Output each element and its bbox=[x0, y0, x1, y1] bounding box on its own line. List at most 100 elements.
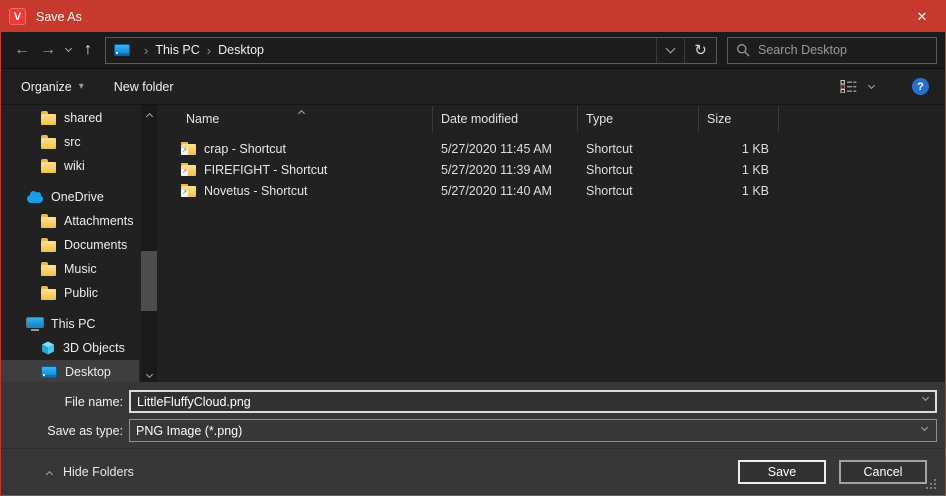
sidebar-scrollbar[interactable] bbox=[141, 105, 157, 382]
file-name-label: File name: bbox=[1, 395, 123, 409]
sidebar-item-label: Public bbox=[64, 286, 98, 300]
view-options-chevron[interactable] bbox=[868, 81, 875, 88]
recent-locations-button[interactable] bbox=[61, 37, 75, 63]
organize-button[interactable]: Organize ▾ bbox=[21, 80, 84, 94]
caret-down-icon: ▾ bbox=[79, 81, 84, 92]
file-name-panel: File name: Save as type: PNG Image (*.pn… bbox=[1, 382, 945, 448]
sidebar-item-src[interactable]: src bbox=[1, 130, 139, 154]
folder-icon bbox=[41, 241, 56, 252]
file-size: 1 KB bbox=[699, 142, 779, 156]
new-folder-label: New folder bbox=[114, 80, 174, 94]
sidebar-item-label: Documents bbox=[64, 238, 127, 252]
file-name-input[interactable] bbox=[129, 390, 937, 413]
file-type: Shortcut bbox=[578, 142, 699, 156]
help-button[interactable]: ? bbox=[912, 78, 929, 95]
breadcrumb-separator: › bbox=[137, 43, 155, 58]
chevron-down-icon bbox=[666, 44, 676, 54]
search-icon bbox=[736, 43, 750, 57]
column-header-type[interactable]: Type bbox=[578, 106, 699, 132]
shortcut-folder-icon bbox=[181, 186, 196, 197]
file-list: Name Date modified Type Size crap - Shor… bbox=[161, 105, 945, 382]
back-button[interactable]: ← bbox=[9, 37, 35, 63]
file-name: FIREFIGHT - Shortcut bbox=[204, 163, 327, 177]
organize-label: Organize bbox=[21, 80, 72, 94]
close-icon: ✕ bbox=[917, 9, 928, 25]
sidebar-item-attachments[interactable]: Attachments bbox=[1, 209, 139, 233]
file-row-firefight-shortcut[interactable]: FIREFIGHT - Shortcut 5/27/2020 11:39 AM … bbox=[161, 159, 945, 180]
file-row-crap-shortcut[interactable]: crap - Shortcut 5/27/2020 11:45 AM Short… bbox=[161, 138, 945, 159]
chevron-down-icon bbox=[145, 371, 152, 378]
save-as-type-value: PNG Image (*.png) bbox=[136, 424, 242, 438]
navigation-bar: ← → ↑ › This PC › Desktop ↻ bbox=[1, 32, 945, 68]
address-bar[interactable]: › This PC › Desktop ↻ bbox=[105, 37, 717, 64]
scroll-down-button[interactable] bbox=[141, 375, 157, 377]
sidebar-item-documents[interactable]: Documents bbox=[1, 233, 139, 257]
sidebar-item-wiki[interactable]: wiki bbox=[1, 154, 139, 178]
new-folder-button[interactable]: New folder bbox=[114, 80, 174, 94]
dialog-buttons: Save Cancel bbox=[738, 460, 927, 484]
save-button[interactable]: Save bbox=[738, 460, 826, 484]
cancel-button[interactable]: Cancel bbox=[839, 460, 927, 484]
navigation-pane: shared src wiki OneDrive Attachments D bbox=[1, 105, 161, 382]
file-name: crap - Shortcut bbox=[204, 142, 286, 156]
folder-icon bbox=[41, 114, 56, 125]
scrollbar-thumb[interactable] bbox=[141, 251, 157, 311]
folder-icon bbox=[41, 138, 56, 149]
chevron-up-icon bbox=[145, 113, 152, 120]
breadcrumb-desktop[interactable]: Desktop bbox=[218, 43, 264, 57]
refresh-button[interactable]: ↻ bbox=[684, 38, 716, 63]
titlebar: V Save As ✕ bbox=[1, 1, 945, 32]
column-header-date-modified[interactable]: Date modified bbox=[433, 106, 578, 132]
desktop-icon bbox=[114, 44, 130, 56]
chevron-up-icon bbox=[46, 470, 53, 477]
close-button[interactable]: ✕ bbox=[899, 1, 945, 32]
file-date: 5/27/2020 11:39 AM bbox=[433, 163, 578, 177]
save-as-type-label: Save as type: bbox=[1, 424, 123, 438]
forward-icon: → bbox=[40, 41, 56, 59]
refresh-icon: ↻ bbox=[694, 41, 707, 59]
footer: Hide Folders Save Cancel bbox=[1, 448, 945, 495]
search-input[interactable] bbox=[758, 43, 928, 57]
sidebar-item-label: 3D Objects bbox=[63, 341, 125, 355]
sidebar-item-label: Music bbox=[64, 262, 97, 276]
file-size: 1 KB bbox=[699, 184, 779, 198]
breadcrumb-separator: › bbox=[200, 43, 218, 58]
column-headers: Name Date modified Type Size bbox=[161, 105, 945, 133]
save-as-type-select[interactable]: PNG Image (*.png) bbox=[129, 419, 937, 442]
shortcut-folder-icon bbox=[181, 165, 196, 176]
sidebar-item-label: Desktop bbox=[65, 365, 111, 379]
sidebar-item-shared[interactable]: shared bbox=[1, 106, 139, 130]
sidebar-item-onedrive[interactable]: OneDrive bbox=[1, 185, 139, 209]
column-header-name[interactable]: Name bbox=[161, 106, 433, 132]
sidebar-group-gap bbox=[1, 178, 161, 185]
address-dropdown-button[interactable] bbox=[656, 38, 684, 63]
scroll-up-button[interactable] bbox=[141, 110, 157, 119]
sidebar-item-public[interactable]: Public bbox=[1, 281, 139, 305]
hide-folders-button[interactable]: Hide Folders bbox=[47, 465, 134, 479]
save-as-type-row: Save as type: PNG Image (*.png) bbox=[1, 419, 937, 442]
window-title: Save As bbox=[36, 10, 82, 24]
column-header-size[interactable]: Size bbox=[699, 106, 779, 132]
sidebar-item-music[interactable]: Music bbox=[1, 257, 139, 281]
file-row-novetus-shortcut[interactable]: Novetus - Shortcut 5/27/2020 11:40 AM Sh… bbox=[161, 180, 945, 201]
search-box[interactable] bbox=[727, 37, 937, 64]
sidebar-item-label: wiki bbox=[64, 159, 85, 173]
up-button[interactable]: ↑ bbox=[75, 37, 101, 63]
forward-button[interactable]: → bbox=[35, 37, 61, 63]
resize-grip[interactable] bbox=[934, 487, 936, 489]
app-icon: V bbox=[9, 8, 26, 25]
file-name: Novetus - Shortcut bbox=[204, 184, 308, 198]
sidebar-item-3d-objects[interactable]: 3D Objects bbox=[1, 336, 139, 360]
toolbar: Organize ▾ New folder ? bbox=[1, 68, 945, 104]
sidebar-item-this-pc[interactable]: This PC bbox=[1, 312, 139, 336]
file-type: Shortcut bbox=[578, 184, 699, 198]
file-name-row: File name: bbox=[1, 390, 937, 413]
sidebar-item-desktop[interactable]: Desktop bbox=[1, 360, 139, 382]
breadcrumb-this-pc[interactable]: This PC bbox=[155, 43, 199, 57]
details-view-button[interactable] bbox=[840, 80, 857, 93]
computer-icon bbox=[27, 318, 43, 331]
cube-icon bbox=[41, 341, 55, 355]
shortcut-folder-icon bbox=[181, 144, 196, 155]
sidebar-item-label: shared bbox=[64, 111, 102, 125]
sidebar-item-label: This PC bbox=[51, 317, 95, 331]
